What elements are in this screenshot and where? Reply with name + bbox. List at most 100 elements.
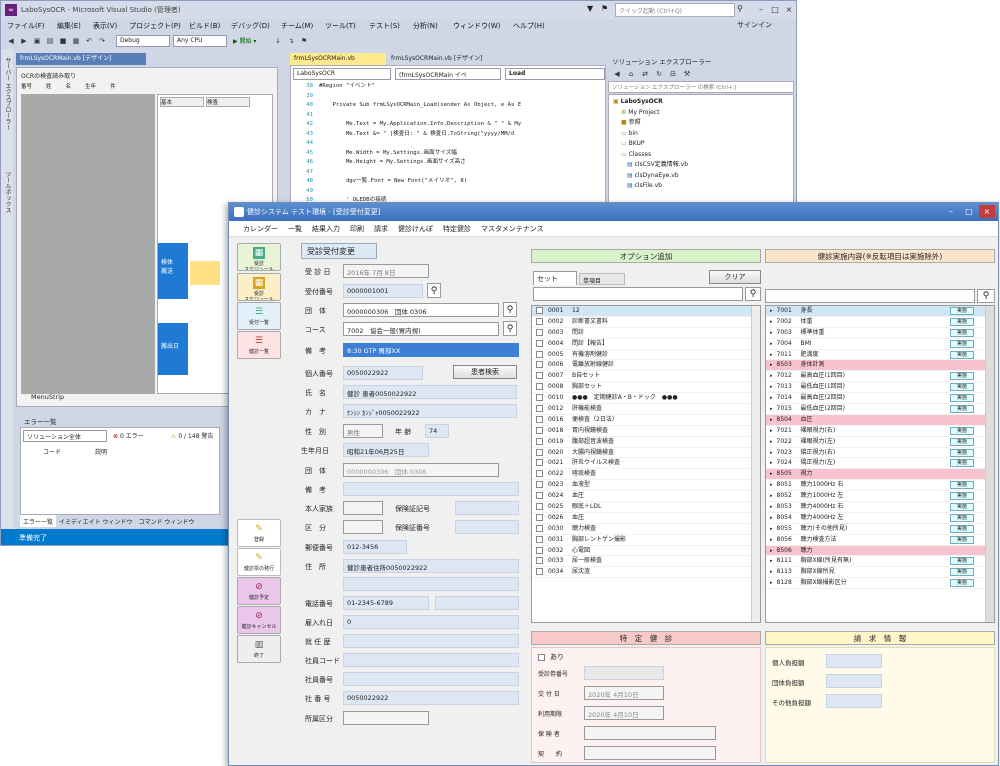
ins-number-field[interactable]	[455, 520, 519, 534]
exam-row[interactable]: ▸ 7013 最低血圧(1回目) 実施	[766, 382, 994, 394]
clear-button[interactable]: クリア	[709, 270, 761, 284]
exam-date-picker[interactable]: 2016年 7月 8日	[343, 264, 429, 278]
checkbox-icon[interactable]	[536, 350, 543, 358]
checkbox-icon[interactable]	[536, 426, 543, 434]
address2-field[interactable]	[343, 577, 519, 591]
notification-flag-icon[interactable]: ⚑	[601, 4, 608, 13]
menu-project[interactable]: プロジェクト(P)	[129, 19, 181, 33]
performed-badge[interactable]: 実施	[950, 328, 974, 337]
company-field[interactable]	[343, 634, 519, 648]
exam-row[interactable]: ▸ 8051 聴力1000Hz 右 実施	[766, 480, 994, 492]
se-tree-item[interactable]: ⚙ My Project	[613, 108, 789, 119]
issue-date-picker[interactable]: 2020年 4月10日	[584, 686, 664, 700]
code-line[interactable]	[319, 92, 603, 102]
checkbox-icon[interactable]	[536, 405, 543, 413]
option-row[interactable]: 0023 血液型	[532, 480, 760, 492]
contract-select[interactable]	[584, 746, 716, 760]
designer-datagrid[interactable]	[21, 94, 155, 394]
se-tree-item[interactable]: ■ 参照	[613, 118, 789, 129]
tel-field[interactable]: 01-2345-6789	[343, 596, 429, 610]
option-row[interactable]: 0007 B自セット	[532, 371, 760, 383]
designer-tab[interactable]: frmLSysOCRMain.vb [デザイン]	[16, 53, 146, 65]
code-line[interactable]: Me.Text &= " [検査日: " & 検査日.ToString("yyy…	[319, 130, 603, 140]
menu-window[interactable]: ウィンドウ(W)	[453, 19, 500, 33]
code-line[interactable]	[319, 187, 603, 197]
performed-badge[interactable]: 実施	[950, 437, 974, 446]
menu-list[interactable]: 一覧	[288, 224, 302, 234]
code-line[interactable]: Me.Height = My.Settings.画面サイズ高さ	[319, 158, 603, 168]
toolbox-tab[interactable]: ツールボックス	[3, 171, 12, 213]
bookmark-icon[interactable]: ⚑	[299, 36, 309, 46]
search-icon[interactable]: ⚲	[503, 302, 517, 317]
group-charge-field[interactable]	[826, 674, 882, 688]
option-row[interactable]: 0001 12	[532, 306, 760, 317]
exam-row[interactable]: ▸ 7001 身長 実施	[766, 306, 994, 317]
tab-error-list[interactable]: エラー一覧	[20, 515, 57, 527]
se-tree-item[interactable]: ▭ bin	[613, 129, 789, 140]
expire-date-picker[interactable]: 2020年 4月10日	[584, 706, 664, 720]
option-row[interactable]: 0005 有機溶剤健診	[532, 350, 760, 361]
checkbox-icon[interactable]	[536, 481, 543, 489]
performed-badge[interactable]: 実施	[950, 481, 974, 490]
exam-row[interactable]: ▸ 8052 聴力1000Hz 左 実施	[766, 491, 994, 503]
close-button[interactable]: ×	[781, 3, 796, 16]
back-icon[interactable]: ◀	[6, 36, 16, 46]
exam-row[interactable]: ▸ 8128 胸部X線撮影区分 実施	[766, 578, 994, 590]
menustrip-component[interactable]: MenuStrip	[31, 393, 64, 401]
se-tree-item[interactable]: ▤ clsCSV定義情報.vb	[613, 160, 789, 171]
performed-badge[interactable]: 実施	[950, 405, 974, 414]
enter-date-field[interactable]: 0	[343, 615, 519, 629]
performed-badge[interactable]: 実施	[950, 459, 974, 468]
exam-row[interactable]: ▸ 8503 身体計測	[766, 360, 994, 372]
se-refresh-icon[interactable]: ↻	[654, 69, 664, 79]
exam-row[interactable]: ▸ 7003 標準体重 実施	[766, 327, 994, 339]
employee-field[interactable]	[343, 672, 519, 686]
app-maximize-button[interactable]: □	[961, 205, 977, 218]
option-row[interactable]: 0024 血圧	[532, 491, 760, 503]
code-tab-designer[interactable]: frmLSysOCRMain.vb [デザイン]	[387, 53, 487, 65]
search-icon[interactable]: ⚲	[977, 289, 995, 303]
checkbox-icon[interactable]	[536, 546, 543, 554]
se-tree-item[interactable]: ▤ clsFile.vb	[613, 181, 789, 192]
checkbox-icon[interactable]	[536, 503, 543, 511]
error-col-desc[interactable]: 説明	[95, 447, 107, 456]
nav-reception-list-button[interactable]: ☰ 受付一覧	[237, 302, 281, 330]
menu-test[interactable]: テスト(S)	[369, 19, 400, 33]
checkbox-icon[interactable]	[536, 437, 543, 445]
exam-row[interactable]: ▸ 8053 聴力4000Hz 右 実施	[766, 502, 994, 513]
kana-field[interactable]: ｹﾝｼﾝ ｶﾝｼﾞｬ0050022922	[343, 404, 517, 418]
performed-badge[interactable]: 実施	[950, 372, 974, 381]
option-row[interactable]: 0006 電離放射線健診	[532, 360, 760, 372]
performed-badge[interactable]: 実施	[950, 557, 974, 566]
issue-form-button[interactable]: ✎ 健診票の発行	[237, 548, 281, 576]
platform-combo[interactable]: Any CPU	[173, 35, 227, 47]
ins-symbol-field[interactable]	[455, 501, 519, 515]
menu-view[interactable]: 表示(V)	[93, 19, 117, 33]
menu-billing[interactable]: 請求	[374, 224, 388, 234]
option-row[interactable]: 0019 腹部超音波検査	[532, 437, 760, 448]
step-icon[interactable]: ↓	[273, 36, 283, 46]
tab-command[interactable]: コマンド ウィンドウ	[136, 515, 198, 527]
checkbox-icon[interactable]	[536, 470, 543, 478]
code-line[interactable]: dgv一覧.Font = New Font("メイリオ", 8)	[319, 177, 603, 187]
performed-badge[interactable]: 実施	[950, 535, 974, 544]
dob-field[interactable]: 昭和21年06月25日	[343, 443, 429, 457]
tab-immediate[interactable]: イミディエイト ウィンドウ	[56, 515, 136, 527]
code-line[interactable]	[319, 168, 603, 178]
menu-file[interactable]: ファイル(F)	[7, 19, 45, 33]
quick-launch-input[interactable]: クイック起動 (Ctrl+Q)	[615, 3, 735, 17]
code-line[interactable]: Me.Text = My.Application.Info.Descriptio…	[319, 120, 603, 130]
checkbox-icon[interactable]	[536, 557, 543, 565]
se-tree-item[interactable]: ▤ clsDynaEye.vb	[613, 171, 789, 182]
checkbox-icon[interactable]	[536, 448, 543, 456]
start-button[interactable]: ▶ 開始 ▾	[230, 35, 270, 47]
option-row[interactable]: 0003 問診	[532, 328, 760, 339]
option-list[interactable]: 0001 12 0002 診断書文書料 0003 問診 0004 問診【報告】 0005 有機溶剤…	[531, 305, 761, 623]
exam-list[interactable]: ▸ 7001 身長 実施 ▸ 7002 体重 実施 ▸ 7003 標準体重 実施 ▸ 7004 BMI 実施 ▸…	[765, 305, 995, 623]
search-icon[interactable]: ⚲	[503, 321, 517, 336]
menu-kenpo[interactable]: 健診けんぽ	[398, 224, 433, 234]
exam-row[interactable]: ▸ 8504 血圧	[766, 414, 994, 426]
code-method-combo[interactable]: Load	[505, 68, 605, 80]
zip-field[interactable]: 012-3456	[343, 540, 407, 554]
performed-badge[interactable]: 実施	[950, 307, 974, 315]
